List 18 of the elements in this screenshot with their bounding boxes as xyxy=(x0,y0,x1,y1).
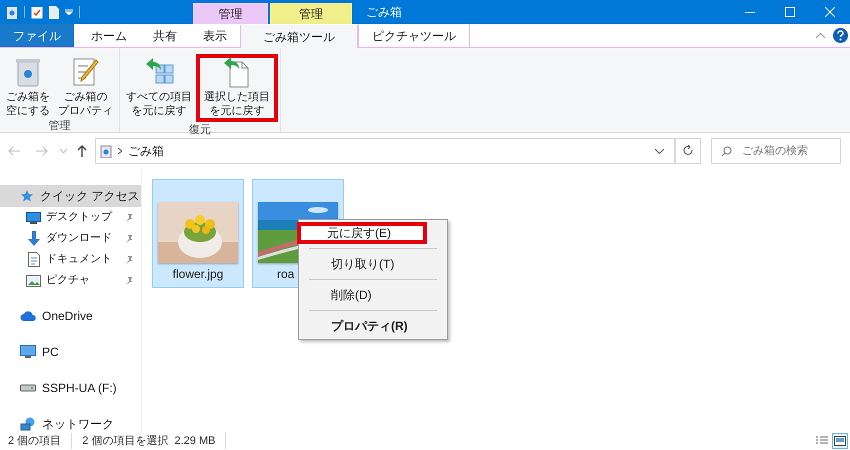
group-label: 復元 xyxy=(188,123,212,138)
button-label-line: を元に戻す xyxy=(210,104,264,118)
window-title: ごみ箱 xyxy=(365,4,402,21)
button-label-line: ごみ箱の xyxy=(64,90,108,104)
item-count: 2 個の項目 xyxy=(8,432,72,450)
button-label-line: を元に戻す xyxy=(132,104,186,118)
address-path: ごみ箱 xyxy=(128,143,164,160)
file-name: roa xyxy=(276,266,294,283)
button-label-line: ごみ箱を xyxy=(6,90,50,104)
file-name: flower.jpg xyxy=(172,266,224,283)
group-label: 管理 xyxy=(48,119,72,134)
selection-info: 2 個の項目を選択 2.29 MB xyxy=(72,432,226,450)
button-label-line: すべての項目 xyxy=(126,90,192,104)
button-label-line: プロパティ xyxy=(58,104,113,118)
context-tab-group: 管理 xyxy=(193,3,268,24)
button-label-line: 選択した項目 xyxy=(204,90,270,104)
context-tab-group: 管理 xyxy=(270,3,352,24)
button-label-line: 空にする xyxy=(6,104,50,118)
